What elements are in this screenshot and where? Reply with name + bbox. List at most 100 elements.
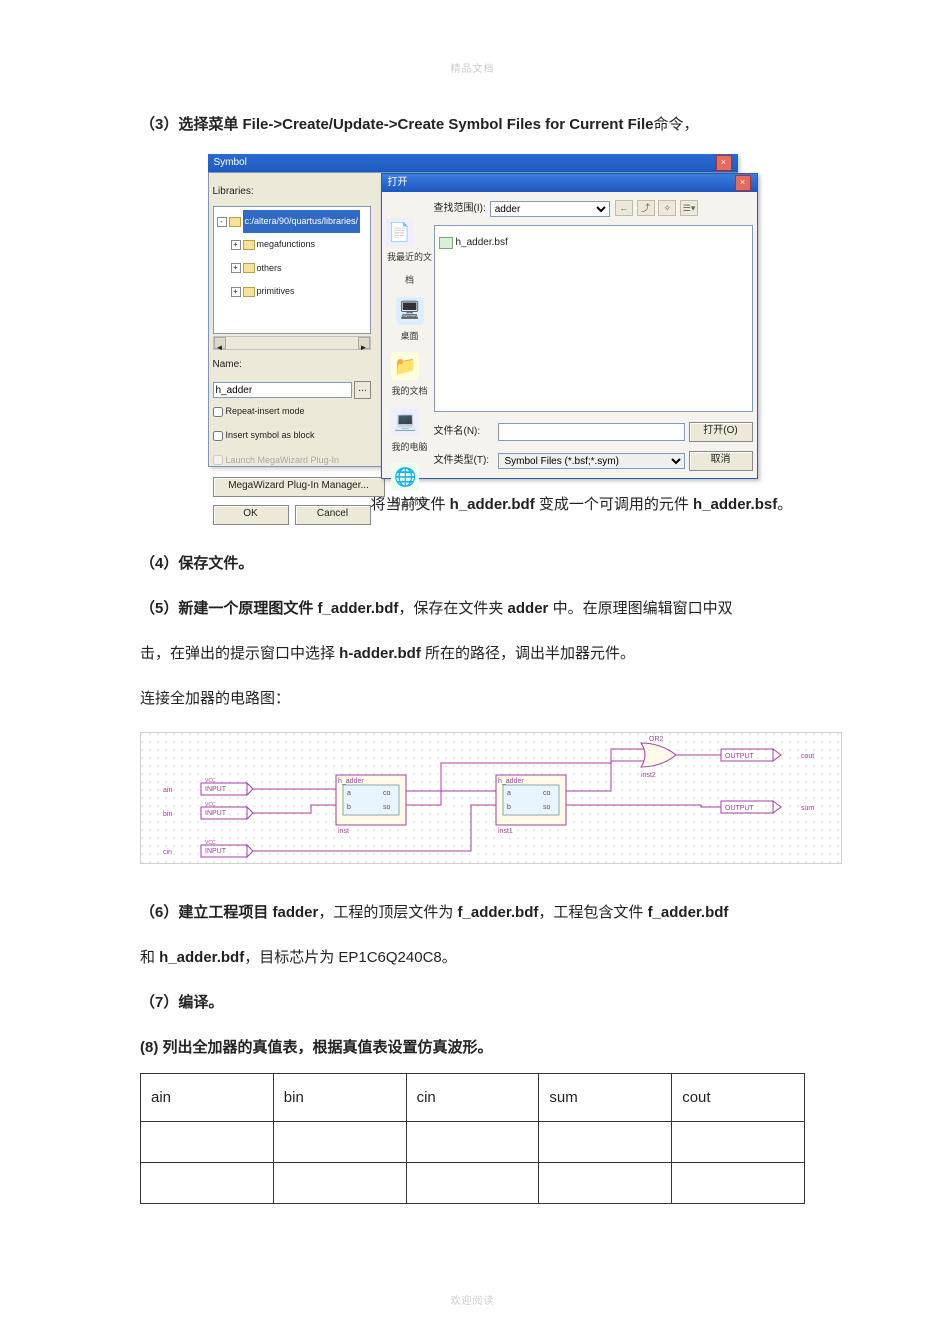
views-icon[interactable]: ☰▾ bbox=[680, 200, 698, 216]
document-content: （3）选择菜单 File->Create/Update->Create Symb… bbox=[50, 105, 895, 1204]
svg-text:OUTPUT: OUTPUT bbox=[725, 805, 755, 812]
symbol-dialog: Symbol × Libraries: - c:/altera/90/quartu… bbox=[208, 154, 738, 467]
step-4: （4）保存文件。 bbox=[140, 555, 253, 572]
t: ，工程包含文件 bbox=[538, 904, 647, 921]
insert-block-checkbox[interactable] bbox=[213, 431, 223, 441]
th-sum: sum bbox=[539, 1074, 672, 1122]
repeat-insert-checkbox[interactable] bbox=[213, 407, 223, 417]
svg-text:b: b bbox=[347, 804, 351, 811]
h-adder-bdf-incl: h_adder.bdf bbox=[159, 949, 244, 966]
lookin-label: 查找范围(I): bbox=[434, 196, 486, 222]
my-computer-icon[interactable]: 💻 bbox=[391, 408, 419, 436]
svg-text:co: co bbox=[383, 790, 391, 797]
scroll-right-icon[interactable]: ► bbox=[358, 337, 370, 349]
repeat-insert-label: Repeat-insert mode bbox=[226, 400, 305, 423]
header-watermark: 精品文档 bbox=[50, 60, 895, 75]
open-toolbar: ← ⤴ ✧ ☰▾ bbox=[614, 196, 698, 222]
tree-item[interactable]: others bbox=[257, 257, 282, 280]
open-button[interactable]: 打开(O) bbox=[689, 422, 753, 442]
h-adder-bdf-path: h-adder.bdf bbox=[339, 645, 421, 662]
table-row bbox=[141, 1122, 805, 1163]
svg-text:inst1: inst1 bbox=[498, 828, 513, 835]
t: 所在的路径，调出半加器元件。 bbox=[421, 645, 635, 662]
libraries-tree[interactable]: - c:/altera/90/quartus/libraries/ + megafu… bbox=[213, 206, 371, 334]
up-icon[interactable]: ⤴ bbox=[637, 200, 655, 216]
svg-text:a: a bbox=[347, 790, 351, 797]
filename-label: 文件名(N): bbox=[434, 419, 494, 445]
full-adder-schematic: ain INPUT VCC bin INPUT VCC cin INPUT VC bbox=[140, 732, 842, 864]
svg-text:OR2: OR2 bbox=[649, 736, 664, 743]
svg-text:INPUT: INPUT bbox=[205, 786, 227, 793]
step-5-pre: （5）新建一个原理图文件 bbox=[140, 600, 318, 617]
tree-expand-icon[interactable]: + bbox=[231, 263, 241, 273]
filetype-select[interactable]: Symbol Files (*.bsf;*.sym) bbox=[498, 453, 685, 469]
t: 和 bbox=[140, 949, 159, 966]
t: ，保存在文件夹 bbox=[398, 600, 507, 617]
open-dialog: 打开 × 📄我最近的文档 🖥桌面 📁我的文档 💻我的电脑 🌐网上邻居 bbox=[381, 173, 758, 479]
browse-button[interactable]: ... bbox=[354, 381, 370, 399]
svg-text:INPUT: INPUT bbox=[205, 810, 227, 817]
tree-item[interactable]: megafunctions bbox=[257, 233, 316, 256]
step3-pre: （3）选择菜单 bbox=[140, 116, 243, 133]
open-titlebar[interactable]: 打开 × bbox=[382, 174, 757, 192]
tree-root[interactable]: c:/altera/90/quartus/libraries/ bbox=[243, 210, 361, 233]
svg-text:bin: bin bbox=[163, 811, 172, 818]
desktop-icon[interactable]: 🖥 bbox=[396, 297, 424, 325]
f-adder-bdf-incl: f_adder.bdf bbox=[648, 904, 729, 921]
step-3: （3）选择菜单 File->Create/Update->Create Symb… bbox=[140, 105, 805, 144]
t: 中。在原理图编辑窗口中双 bbox=[548, 600, 732, 617]
my-documents-icon[interactable]: 📁 bbox=[391, 352, 419, 380]
name-input[interactable] bbox=[213, 382, 353, 398]
tree-scrollbar[interactable]: ◄► bbox=[213, 336, 371, 350]
tree-collapse-icon[interactable]: - bbox=[217, 217, 227, 227]
step-6-pre: （6）建立工程项目 bbox=[140, 904, 273, 921]
lookin-select[interactable]: adder bbox=[490, 201, 610, 217]
launch-megawizard-checkbox bbox=[213, 455, 223, 465]
network-icon[interactable]: 🌐 bbox=[391, 463, 419, 491]
step3-menu: File->Create/Update->Create Symbol Files… bbox=[243, 116, 654, 133]
truth-table: ain bin cin sum cout bbox=[140, 1073, 805, 1204]
tree-expand-icon[interactable]: + bbox=[231, 240, 241, 250]
table-row: ain bin cin sum cout bbox=[141, 1074, 805, 1122]
svg-text:sum: sum bbox=[801, 805, 814, 812]
scroll-left-icon[interactable]: ◄ bbox=[214, 337, 226, 349]
name-label: Name: bbox=[213, 352, 371, 378]
svg-text:VCC: VCC bbox=[205, 802, 216, 808]
tree-item[interactable]: primitives bbox=[257, 280, 295, 303]
t: ，目标芯片为 EP1C6Q240C8。 bbox=[244, 949, 457, 966]
step-7: （7）编译。 bbox=[140, 994, 223, 1011]
megawizard-button[interactable]: MegaWizard Plug-In Manager... bbox=[213, 477, 385, 497]
tree-expand-icon[interactable]: + bbox=[231, 287, 241, 297]
svg-text:inst2: inst2 bbox=[641, 772, 656, 779]
back-icon[interactable]: ← bbox=[615, 200, 633, 216]
symbol-titlebar[interactable]: Symbol × bbox=[208, 154, 738, 172]
file-list[interactable]: h_adder.bsf bbox=[434, 225, 753, 412]
step-8: (8) 列出全加器的真值表，根据真值表设置仿真波形。 bbox=[140, 1039, 493, 1056]
footer-watermark: 欢迎阅读 bbox=[0, 1292, 945, 1307]
recent-docs-icon[interactable]: 📄 bbox=[386, 218, 414, 246]
folder-icon bbox=[243, 287, 255, 297]
libraries-label: Libraries: bbox=[213, 179, 371, 205]
svg-text:so: so bbox=[543, 804, 551, 811]
cancel-button[interactable]: Cancel bbox=[295, 505, 371, 525]
svg-text:h_adder: h_adder bbox=[498, 778, 524, 785]
svg-text:cin: cin bbox=[163, 849, 172, 856]
svg-text:h_adder: h_adder bbox=[338, 778, 364, 785]
h-adder-bsf: h_adder.bsf bbox=[693, 496, 777, 513]
close-icon[interactable]: × bbox=[735, 175, 751, 191]
adder-folder: adder bbox=[508, 600, 549, 617]
svg-text:OUTPUT: OUTPUT bbox=[725, 753, 755, 760]
symbol-body: Libraries: - c:/altera/90/quartus/librari… bbox=[208, 172, 738, 467]
open-cancel-button[interactable]: 取消 bbox=[689, 451, 753, 471]
close-icon[interactable]: × bbox=[716, 155, 732, 171]
ok-button[interactable]: OK bbox=[213, 505, 289, 525]
side-label: 网上邻居 bbox=[391, 491, 427, 514]
file-icon bbox=[439, 237, 453, 249]
folder-icon bbox=[243, 240, 255, 250]
filename-input[interactable] bbox=[498, 423, 685, 441]
insert-block-label: Insert symbol as block bbox=[226, 424, 315, 447]
file-item[interactable]: h_adder.bsf bbox=[439, 230, 748, 256]
new-folder-icon[interactable]: ✧ bbox=[658, 200, 676, 216]
open-sidebar: 📄我最近的文档 🖥桌面 📁我的文档 💻我的电脑 🌐网上邻居 bbox=[386, 218, 434, 474]
folder-icon bbox=[229, 217, 241, 227]
